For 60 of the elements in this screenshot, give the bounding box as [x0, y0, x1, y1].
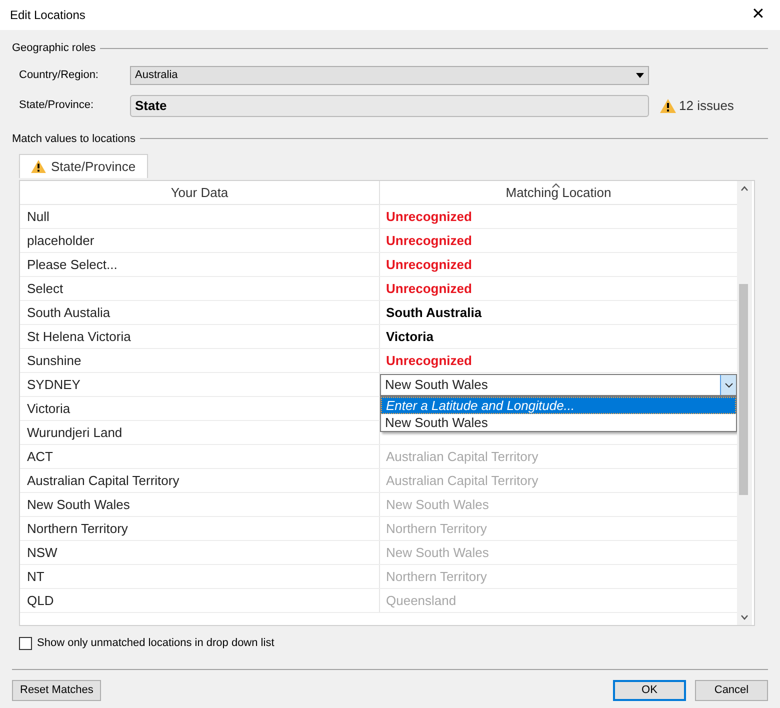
- table-cell-text: Select: [27, 280, 64, 298]
- section-heading: Match values to locations: [12, 132, 136, 146]
- dropdown-option[interactable]: New South Wales: [381, 414, 736, 431]
- column-header[interactable]: Your Data: [20, 181, 380, 204]
- tab[interactable]: State/Province: [19, 154, 148, 178]
- table-cell-text: Unrecognized: [385, 208, 472, 226]
- scroll-up-icon[interactable]: [741, 186, 748, 191]
- caret-icon: [636, 72, 644, 78]
- table-cell-text: Queensland: [385, 592, 456, 610]
- table-cell-text: New South Wales: [385, 496, 489, 514]
- sort-icon: [552, 183, 560, 188]
- table-cell-text: South Austalia: [27, 304, 110, 322]
- table-cell-text: Victoria: [385, 328, 434, 346]
- table-cell-text: Wurundjeri Land: [27, 424, 122, 442]
- table-cell-text: Unrecognized: [385, 256, 472, 274]
- table-cell-text: Australian Capital Territory: [385, 448, 538, 466]
- location-dropdown[interactable]: New South Wales: [380, 374, 737, 396]
- table-cell-text: Northern Territory: [385, 568, 487, 586]
- table-cell-text: South Australia: [385, 304, 482, 322]
- scroll-thumb[interactable]: [739, 284, 748, 495]
- table-cell-text: Australian Capital Territory: [385, 472, 538, 490]
- table-cell-text: Unrecognized: [385, 352, 472, 370]
- checkbox-label: Show only unmatched locations in drop down list: [37, 636, 274, 651]
- table-cell-text: Null: [27, 208, 50, 226]
- table-cell-text: placeholder: [27, 232, 94, 250]
- cancel-button[interactable]: Cancel: [695, 680, 768, 700]
- ok-button[interactable]: OK: [613, 680, 686, 700]
- warning-icon: [31, 160, 46, 173]
- role-field[interactable]: State: [130, 94, 649, 116]
- table-cell-text: Unrecognized: [385, 280, 472, 298]
- dropdown-option[interactable]: Enter a Latitude and Longitude...: [381, 397, 736, 414]
- warning-icon: [660, 98, 676, 112]
- scrollbar[interactable]: [737, 181, 752, 625]
- checkbox[interactable]: [19, 636, 32, 650]
- table-cell-text: New South Wales: [27, 496, 130, 514]
- section-heading: Geographic roles: [12, 41, 96, 56]
- table-cell-text: Australian Capital Territory: [27, 472, 180, 490]
- table-cell-text: St Helena Victoria: [27, 328, 131, 346]
- table-cell-text: Unrecognized: [385, 232, 472, 250]
- table-cell-text: NSW: [27, 544, 58, 562]
- table-cell-text: QLD: [27, 592, 54, 610]
- table-cell-text: New South Wales: [385, 544, 489, 562]
- close-button[interactable]: ✕: [746, 3, 770, 27]
- table-cell-text: NT: [27, 568, 44, 586]
- table-cell-text: ACT: [27, 448, 53, 466]
- scroll-down-icon[interactable]: [741, 615, 748, 620]
- table-cell-text: SYDNEY: [27, 376, 80, 394]
- country-dropdown[interactable]: Australia: [130, 66, 649, 84]
- chevron-down-icon[interactable]: [724, 382, 732, 388]
- issues-count: 12 issues: [679, 96, 734, 115]
- column-header[interactable]: Matching Location: [380, 181, 737, 204]
- field-label: State/Province:: [19, 98, 95, 114]
- table-cell-text: Sunshine: [27, 352, 82, 370]
- table-cell-text: Victoria: [27, 400, 70, 418]
- table-cell-text: Please Select...: [27, 256, 118, 274]
- reset-button[interactable]: Reset Matches: [12, 680, 102, 700]
- table-cell-text: Northern Territory: [385, 520, 487, 538]
- field-label: Country/Region:: [19, 68, 100, 83]
- window-title: Edit Locations: [10, 7, 86, 24]
- table-cell-text: Northern Territory: [27, 520, 128, 538]
